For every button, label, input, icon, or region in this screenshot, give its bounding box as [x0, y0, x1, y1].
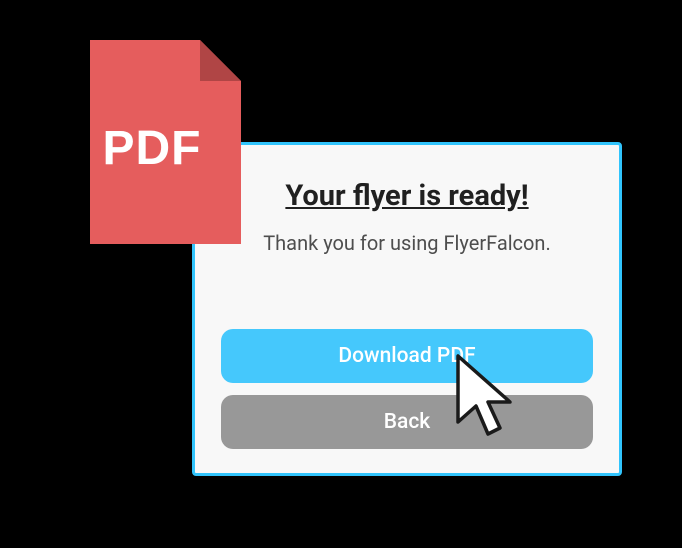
pdf-file-icon: PDF: [78, 32, 253, 252]
ready-dialog: Your flyer is ready! Thank you for using…: [192, 142, 622, 476]
dialog-subtitle: Thank you for using FlyerFalcon.: [221, 231, 593, 255]
back-button[interactable]: Back: [221, 395, 593, 449]
pdf-icon-label: PDF: [103, 122, 202, 175]
download-pdf-button[interactable]: Download PDF: [221, 329, 593, 383]
dialog-title: Your flyer is ready!: [221, 179, 593, 213]
back-label: Back: [384, 410, 431, 434]
download-pdf-label: Download PDF: [338, 344, 475, 368]
